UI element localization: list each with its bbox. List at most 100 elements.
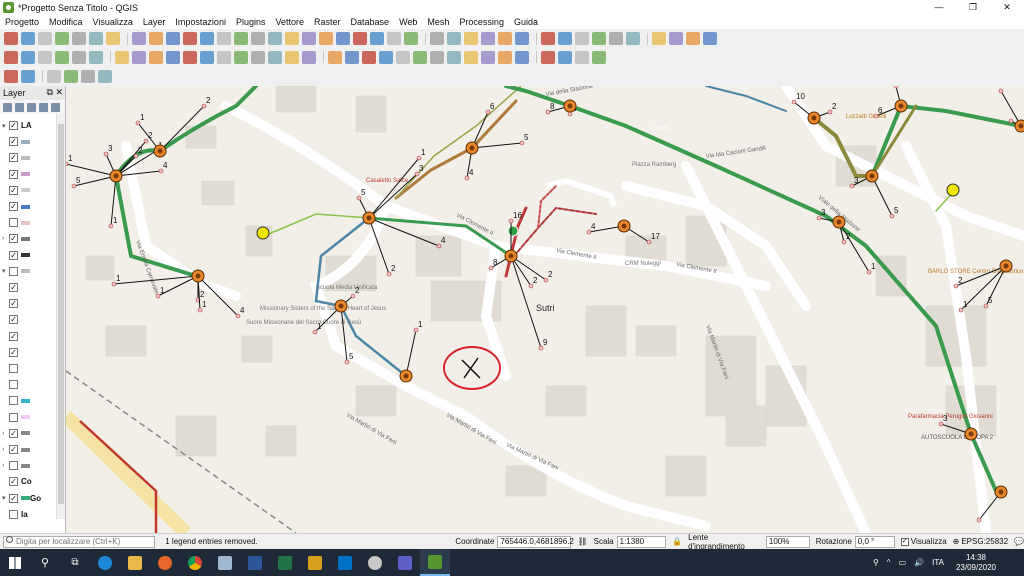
point-yellow[interactable]	[256, 226, 270, 240]
toolbar-tool-icon[interactable]	[669, 32, 683, 45]
toolbar-tool-icon[interactable]	[81, 69, 95, 83]
layer-row[interactable]: ›	[2, 460, 30, 471]
crs-globe-icon[interactable]: ⊕	[953, 537, 960, 546]
locator-search-input[interactable]	[3, 535, 156, 548]
layer-visibility-checkbox[interactable]: ✓	[9, 250, 18, 260]
toolbar-tool-icon[interactable]	[336, 32, 350, 45]
menu-vettore[interactable]: Vettore	[270, 15, 309, 29]
toolbar-tool-icon[interactable]	[464, 50, 478, 64]
layer-row[interactable]	[2, 379, 21, 390]
toolbar-tool-icon[interactable]	[626, 32, 640, 45]
toolbar-tool-icon[interactable]	[217, 32, 231, 45]
taskbar-app-teams[interactable]	[390, 549, 420, 576]
toolbar-tool-icon[interactable]	[285, 50, 299, 64]
menu-layer[interactable]: Layer	[138, 15, 171, 29]
toolbar-tool-icon[interactable]	[515, 50, 529, 64]
toolbar-tool-icon[interactable]	[404, 32, 418, 45]
toolbar-tool-icon[interactable]	[703, 32, 717, 45]
menu-processing[interactable]: Processing	[454, 15, 509, 29]
toolbar-tool-icon[interactable]	[38, 50, 52, 64]
layer-row[interactable]: ✓ Co	[2, 476, 32, 487]
layer-panel-dock-icons[interactable]: ⧉ ✕	[47, 87, 63, 98]
expand-all-icon[interactable]	[51, 102, 60, 112]
tray-language[interactable]: ITA	[932, 558, 944, 567]
toolbar-tool-icon[interactable]	[353, 32, 367, 45]
toolbar-tool-icon[interactable]	[166, 50, 180, 64]
menu-raster[interactable]: Raster	[309, 15, 346, 29]
toolbar-tool-icon[interactable]	[183, 32, 197, 45]
layer-visibility-checkbox[interactable]	[9, 461, 18, 471]
layer-visibility-checkbox[interactable]: ✓	[9, 315, 18, 325]
layer-visibility-checkbox[interactable]	[9, 266, 18, 276]
taskbar-app-word[interactable]	[240, 549, 270, 576]
map-svg[interactable]: Via Martiri di Via Fani Via Martiri di V…	[66, 86, 1024, 533]
toolbar-tool-icon[interactable]	[558, 32, 572, 45]
layer-visibility-checkbox[interactable]	[9, 364, 18, 373]
crs-button[interactable]: EPSG:25832	[961, 537, 1008, 546]
toolbar-tool-icon[interactable]	[387, 32, 401, 45]
layer-visibility-checkbox[interactable]	[9, 412, 18, 422]
toolbar-tool-icon[interactable]	[592, 50, 606, 64]
taskbar-app-firefox[interactable]	[150, 549, 180, 576]
layer-visibility-checkbox[interactable]: ✓	[9, 347, 18, 357]
task-view-button[interactable]: ⧉	[60, 549, 90, 576]
taskbar-app-paint[interactable]	[210, 549, 240, 576]
toolbar-tool-icon[interactable]	[4, 32, 18, 45]
toolbar-tool-icon[interactable]	[268, 50, 282, 64]
layer-visibility-checkbox[interactable]: ✓	[9, 137, 18, 147]
toolbar-tool-icon[interactable]	[251, 50, 265, 64]
layer-visibility-checkbox[interactable]	[9, 380, 18, 390]
layer-visibility-checkbox[interactable]: ✓	[9, 283, 18, 292]
layer-visibility-checkbox[interactable]: ✓	[9, 445, 18, 454]
layer-row[interactable]: ✓	[2, 298, 21, 309]
coordinate-field[interactable]: 765446.0,4681896.2	[497, 535, 574, 548]
toolbar-tool-icon[interactable]	[447, 50, 461, 64]
toolbar-tool-icon[interactable]	[362, 50, 376, 64]
toolbar-tool-icon[interactable]	[55, 50, 69, 64]
magnifier-field[interactable]: 100%	[765, 535, 810, 548]
toolbar-tool-icon[interactable]	[541, 32, 555, 45]
clock[interactable]: 14:38 23/09/2020	[956, 553, 996, 573]
toolbar-tool-icon[interactable]	[55, 32, 69, 45]
toolbar-tool-icon[interactable]	[200, 50, 214, 64]
toolbar-tool-icon[interactable]	[4, 50, 18, 64]
start-button[interactable]	[0, 549, 30, 576]
layer-row[interactable]: ▾	[2, 266, 30, 277]
toolbar-tool-icon[interactable]	[541, 50, 555, 64]
scrollbar-thumb[interactable]	[58, 124, 64, 504]
toolbar-tool-icon[interactable]	[686, 32, 700, 45]
end-point[interactable]	[893, 86, 899, 89]
taskbar-app-explorer[interactable]	[120, 549, 150, 576]
layer-row[interactable]	[2, 363, 21, 374]
layer-row[interactable]: ✓	[2, 136, 30, 147]
toolbar-tool-icon[interactable]	[558, 50, 572, 64]
toolbar-tool-icon[interactable]	[345, 50, 359, 64]
menu-plugins[interactable]: Plugins	[231, 15, 271, 29]
layer-visibility-checkbox[interactable]: ✓	[9, 202, 18, 211]
layer-visibility-checkbox[interactable]: ✓	[9, 428, 18, 438]
menu-guida[interactable]: Guida	[509, 15, 543, 29]
toolbar-tool-icon[interactable]	[89, 50, 103, 64]
layer-visibility-checkbox[interactable]: ✓	[9, 121, 18, 130]
toolbar-tool-icon[interactable]	[498, 32, 512, 45]
add-group-icon[interactable]	[15, 102, 24, 112]
toolbar-tool-icon[interactable]	[396, 50, 410, 64]
layer-expand-icon[interactable]: ›	[2, 446, 9, 453]
toolbar-tool-icon[interactable]	[183, 50, 197, 64]
layer-panel-scrollbar[interactable]	[56, 114, 65, 519]
menu-visualizza[interactable]: Visualizza	[88, 15, 138, 29]
toolbar-tool-icon[interactable]	[64, 69, 78, 83]
toolbar-tool-icon[interactable]	[575, 32, 589, 45]
toolbar-tool-icon[interactable]	[328, 50, 342, 64]
toolbar-tool-icon[interactable]	[481, 50, 495, 64]
layer-visibility-checkbox[interactable]	[9, 509, 18, 519]
toolbar-tool-icon[interactable]	[447, 32, 461, 45]
taskbar-app-excel[interactable]	[270, 549, 300, 576]
layer-row[interactable]: › ✓	[2, 428, 30, 439]
layer-row[interactable]: › ✓	[2, 233, 30, 244]
toolbar-tool-icon[interactable]	[115, 50, 129, 64]
maximize-button[interactable]: ❐	[956, 0, 990, 15]
close-button[interactable]: ✕	[990, 0, 1024, 15]
tray-expand-icon[interactable]: ^	[887, 558, 891, 567]
layer-expand-icon[interactable]: ▾	[2, 267, 9, 275]
